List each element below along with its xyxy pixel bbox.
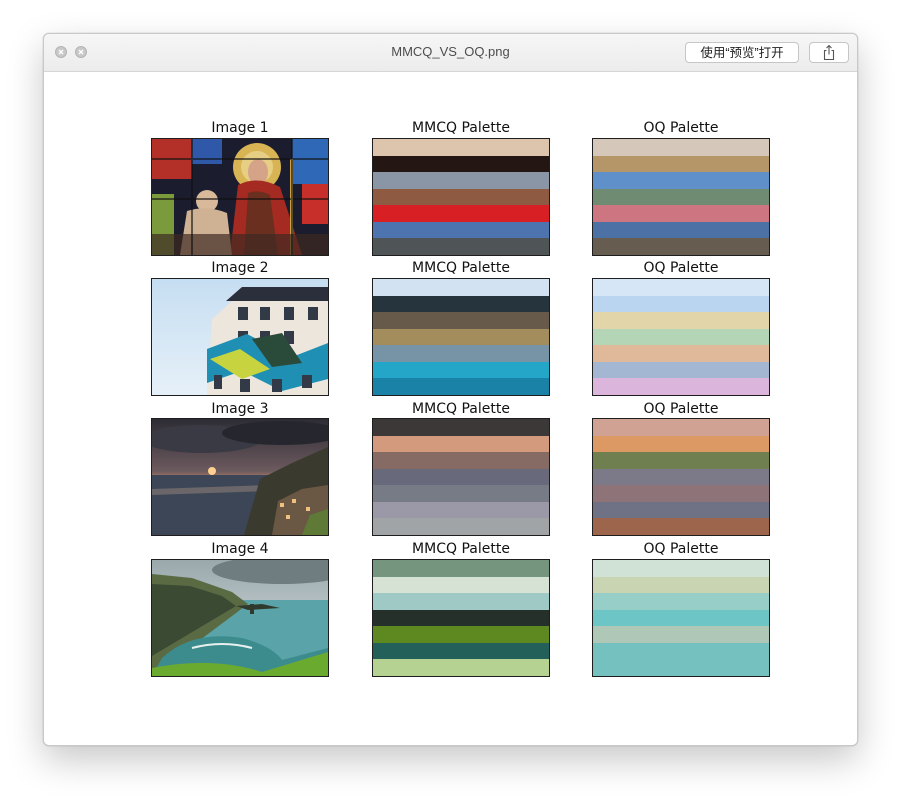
palette-swatch-6 [593, 221, 769, 239]
palette-swatch-3 [593, 172, 769, 189]
palette-swatch-6 [593, 501, 769, 519]
mmcq-palette-2-label: MMCQ Palette [412, 260, 510, 276]
palette-swatch-4 [593, 468, 769, 486]
palette-swatch-7 [593, 518, 769, 535]
oq-palette-3-label: OQ Palette [643, 401, 719, 417]
image-2-label: Image 2 [211, 260, 269, 276]
palette-swatch-7 [373, 378, 549, 395]
palette-swatch-6 [373, 221, 549, 239]
palette-swatch-2 [373, 435, 549, 453]
oq-palette-2-label: OQ Palette [643, 260, 719, 276]
oq-palette-1 [592, 138, 770, 256]
palette-swatch-4 [373, 609, 549, 627]
palette-swatch-5 [373, 205, 549, 222]
oq-palette-1-label: OQ Palette [643, 120, 719, 136]
palette-swatch-2 [593, 155, 769, 173]
image-4-thumbnail [151, 559, 329, 677]
palette-swatch-1 [373, 560, 549, 577]
palette-swatch-7 [373, 238, 549, 255]
share-icon [823, 44, 835, 61]
preview-window: MMCQ_VS_OQ.png 使用“预览”打开 Image 1 MMCQ Pal… [43, 33, 858, 746]
palette-swatch-2 [593, 435, 769, 453]
palette-swatch-3 [373, 172, 549, 189]
mmcq-palette-3-label: MMCQ Palette [412, 401, 510, 417]
palette-swatch-6 [373, 501, 549, 519]
palette-swatch-4 [593, 328, 769, 346]
palette-swatch-1 [593, 279, 769, 296]
palette-swatch-1 [373, 419, 549, 436]
palette-swatch-5 [593, 345, 769, 362]
palette-swatch-4 [373, 468, 549, 486]
open-with-preview-button[interactable]: 使用“预览”打开 [685, 42, 799, 63]
palette-swatch-5 [373, 485, 549, 502]
palette-swatch-6 [593, 642, 769, 660]
palette-swatch-1 [593, 139, 769, 156]
palette-swatch-7 [593, 659, 769, 676]
palette-swatch-7 [373, 518, 549, 535]
oq-palette-3 [592, 418, 770, 536]
mmcq-palette-4 [372, 559, 550, 677]
palette-swatch-5 [593, 626, 769, 643]
palette-swatch-3 [373, 312, 549, 329]
palette-swatch-1 [373, 139, 549, 156]
mmcq-palette-1-label: MMCQ Palette [412, 120, 510, 136]
image-1-label: Image 1 [211, 120, 269, 136]
palette-swatch-1 [373, 279, 549, 296]
palette-swatch-2 [593, 576, 769, 594]
palette-swatch-3 [373, 593, 549, 610]
palette-swatch-4 [593, 609, 769, 627]
palette-swatch-3 [593, 593, 769, 610]
figure-canvas: Image 1 MMCQ Palette OQ Palette Image 2 … [44, 72, 857, 745]
palette-swatch-7 [593, 378, 769, 395]
palette-swatch-5 [373, 345, 549, 362]
palette-swatch-5 [593, 205, 769, 222]
mmcq-palette-4-label: MMCQ Palette [412, 541, 510, 557]
palette-swatch-2 [373, 295, 549, 313]
palette-swatch-7 [373, 659, 549, 676]
palette-swatch-4 [373, 328, 549, 346]
palette-swatch-4 [593, 188, 769, 206]
palette-swatch-6 [593, 361, 769, 379]
oq-palette-4 [592, 559, 770, 677]
palette-swatch-2 [593, 295, 769, 313]
image-4-label: Image 4 [211, 541, 269, 557]
palette-swatch-3 [373, 452, 549, 469]
share-button[interactable] [809, 42, 849, 63]
oq-palette-2 [592, 278, 770, 396]
image-3-thumbnail [151, 418, 329, 536]
mmcq-palette-3 [372, 418, 550, 536]
palette-swatch-6 [373, 361, 549, 379]
image-1-thumbnail [151, 138, 329, 256]
palette-swatch-4 [373, 188, 549, 206]
image-3-label: Image 3 [211, 401, 269, 417]
palette-swatch-7 [593, 238, 769, 255]
palette-swatch-1 [593, 560, 769, 577]
image-2-thumbnail [151, 278, 329, 396]
palette-swatch-3 [593, 452, 769, 469]
palette-swatch-5 [593, 485, 769, 502]
oq-palette-4-label: OQ Palette [643, 541, 719, 557]
palette-swatch-3 [593, 312, 769, 329]
palette-swatch-2 [373, 155, 549, 173]
mmcq-palette-2 [372, 278, 550, 396]
title-bar: MMCQ_VS_OQ.png 使用“预览”打开 [44, 34, 857, 72]
palette-swatch-1 [593, 419, 769, 436]
palette-swatch-6 [373, 642, 549, 660]
palette-swatch-5 [373, 626, 549, 643]
palette-swatch-2 [373, 576, 549, 594]
mmcq-palette-1 [372, 138, 550, 256]
